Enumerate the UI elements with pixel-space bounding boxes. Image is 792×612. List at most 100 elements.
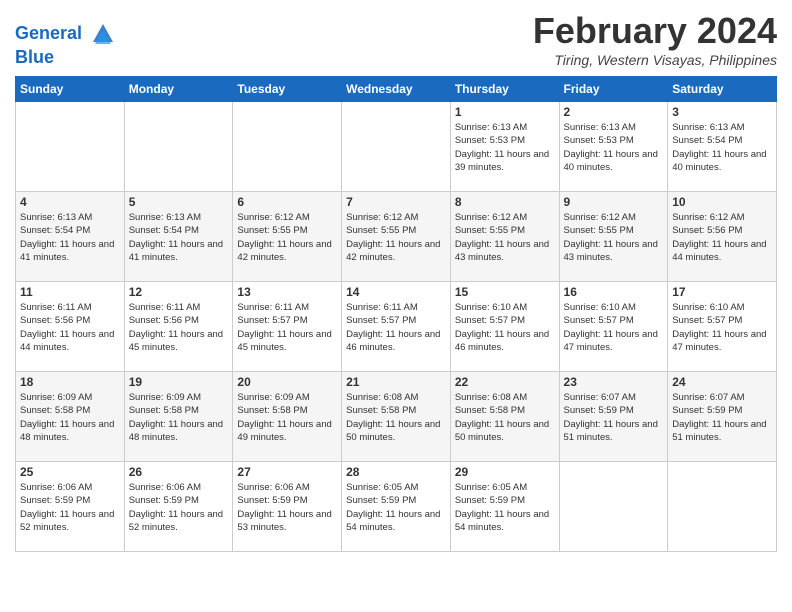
calendar-cell: 6Sunrise: 6:12 AMSunset: 5:55 PMDaylight…	[233, 192, 342, 282]
calendar-cell: 22 Sunrise: 6:08 AMSunset: 5:58 PMDayligh…	[450, 372, 559, 462]
week-row-2: 11Sunrise: 6:11 AMSunset: 5:56 PMDayligh…	[16, 282, 777, 372]
day-info: Sunrise: 6:11 AMSunset: 5:56 PMDaylight:…	[20, 301, 120, 354]
day-number: 22	[455, 375, 555, 389]
weekday-header-thursday: Thursday	[450, 77, 559, 102]
calendar-cell: 13 Sunrise: 6:11 AMSunset: 5:57 PMDayligh…	[233, 282, 342, 372]
day-info: Sunrise: 6:12 AMSunset: 5:56 PMDaylight:…	[672, 211, 772, 264]
calendar-cell: 12 Sunrise: 6:11 AMSunset: 5:56 PMDayligh…	[124, 282, 233, 372]
day-info: Sunrise: 6:08 AMSunset: 5:58 PMDaylight:…	[455, 391, 555, 444]
weekday-header-row: SundayMondayTuesdayWednesdayThursdayFrid…	[16, 77, 777, 102]
week-row-0: 1 Sunrise: 6:13 AMSunset: 5:53 PMDaylight…	[16, 102, 777, 192]
day-info: Sunrise: 6:05 AMSunset: 5:59 PMDaylight:…	[346, 481, 446, 534]
day-number: 29	[455, 465, 555, 479]
day-number: 13	[237, 285, 337, 299]
month-title: February 2024	[533, 10, 777, 52]
day-number: 16	[564, 285, 664, 299]
day-number: 18	[20, 375, 120, 389]
logo: General Blue	[15, 20, 117, 68]
calendar-cell	[668, 462, 777, 552]
day-info: Sunrise: 6:12 AMSunset: 5:55 PMDaylight:…	[564, 211, 664, 264]
week-row-3: 18 Sunrise: 6:09 AMSunset: 5:58 PMDayligh…	[16, 372, 777, 462]
day-info: Sunrise: 6:11 AMSunset: 5:56 PMDaylight:…	[129, 301, 229, 354]
day-number: 21	[346, 375, 446, 389]
calendar-cell: 25Sunrise: 6:06 AMSunset: 5:59 PMDayligh…	[16, 462, 125, 552]
day-number: 4	[20, 195, 120, 209]
day-info: Sunrise: 6:12 AMSunset: 5:55 PMDaylight:…	[237, 211, 337, 264]
day-info: Sunrise: 6:07 AMSunset: 5:59 PMDaylight:…	[564, 391, 664, 444]
day-number: 28	[346, 465, 446, 479]
calendar-cell: 16 Sunrise: 6:10 AMSunset: 5:57 PMDayligh…	[559, 282, 668, 372]
day-number: 20	[237, 375, 337, 389]
calendar-body: 1 Sunrise: 6:13 AMSunset: 5:53 PMDaylight…	[16, 102, 777, 552]
day-number: 23	[564, 375, 664, 389]
weekday-header-friday: Friday	[559, 77, 668, 102]
week-row-1: 4 Sunrise: 6:13 AMSunset: 5:54 PMDaylight…	[16, 192, 777, 282]
logo-line2: Blue	[15, 48, 117, 68]
calendar-header: SundayMondayTuesdayWednesdayThursdayFrid…	[16, 77, 777, 102]
week-row-4: 25Sunrise: 6:06 AMSunset: 5:59 PMDayligh…	[16, 462, 777, 552]
day-info: Sunrise: 6:09 AMSunset: 5:58 PMDaylight:…	[129, 391, 229, 444]
day-info: Sunrise: 6:06 AMSunset: 5:59 PMDaylight:…	[20, 481, 120, 534]
calendar-cell: 8 Sunrise: 6:12 AMSunset: 5:55 PMDaylight…	[450, 192, 559, 282]
calendar-cell: 9 Sunrise: 6:12 AMSunset: 5:55 PMDaylight…	[559, 192, 668, 282]
calendar-cell: 1 Sunrise: 6:13 AMSunset: 5:53 PMDaylight…	[450, 102, 559, 192]
calendar-cell: 4 Sunrise: 6:13 AMSunset: 5:54 PMDaylight…	[16, 192, 125, 282]
day-info: Sunrise: 6:12 AMSunset: 5:55 PMDaylight:…	[346, 211, 446, 264]
day-number: 14	[346, 285, 446, 299]
day-number: 15	[455, 285, 555, 299]
day-number: 9	[564, 195, 664, 209]
day-info: Sunrise: 6:05 AMSunset: 5:59 PMDaylight:…	[455, 481, 555, 534]
day-number: 1	[455, 105, 555, 119]
day-number: 10	[672, 195, 772, 209]
day-info: Sunrise: 6:13 AMSunset: 5:54 PMDaylight:…	[672, 121, 772, 174]
calendar-cell: 14 Sunrise: 6:11 AMSunset: 5:57 PMDayligh…	[342, 282, 451, 372]
calendar-cell: 7 Sunrise: 6:12 AMSunset: 5:55 PMDaylight…	[342, 192, 451, 282]
day-number: 26	[129, 465, 229, 479]
weekday-header-tuesday: Tuesday	[233, 77, 342, 102]
calendar-cell: 20 Sunrise: 6:09 AMSunset: 5:58 PMDayligh…	[233, 372, 342, 462]
weekday-header-sunday: Sunday	[16, 77, 125, 102]
calendar-cell: 29 Sunrise: 6:05 AMSunset: 5:59 PMDayligh…	[450, 462, 559, 552]
day-info: Sunrise: 6:11 AMSunset: 5:57 PMDaylight:…	[237, 301, 337, 354]
day-info: Sunrise: 6:13 AMSunset: 5:54 PMDaylight:…	[20, 211, 120, 264]
day-number: 2	[564, 105, 664, 119]
day-info: Sunrise: 6:09 AMSunset: 5:58 PMDaylight:…	[237, 391, 337, 444]
day-number: 5	[129, 195, 229, 209]
day-info: Sunrise: 6:06 AMSunset: 5:59 PMDaylight:…	[129, 481, 229, 534]
day-info: Sunrise: 6:07 AMSunset: 5:59 PMDaylight:…	[672, 391, 772, 444]
day-number: 19	[129, 375, 229, 389]
calendar-cell: 10 Sunrise: 6:12 AMSunset: 5:56 PMDayligh…	[668, 192, 777, 282]
day-number: 7	[346, 195, 446, 209]
calendar-cell: 2Sunrise: 6:13 AMSunset: 5:53 PMDaylight…	[559, 102, 668, 192]
calendar-cell: 23 Sunrise: 6:07 AMSunset: 5:59 PMDayligh…	[559, 372, 668, 462]
title-block: February 2024 Tiring, Western Visayas, P…	[533, 10, 777, 68]
weekday-header-monday: Monday	[124, 77, 233, 102]
location: Tiring, Western Visayas, Philippines	[533, 52, 777, 68]
day-number: 24	[672, 375, 772, 389]
weekday-header-wednesday: Wednesday	[342, 77, 451, 102]
calendar-cell: 3 Sunrise: 6:13 AMSunset: 5:54 PMDaylight…	[668, 102, 777, 192]
calendar-cell: 19 Sunrise: 6:09 AMSunset: 5:58 PMDayligh…	[124, 372, 233, 462]
day-number: 3	[672, 105, 772, 119]
calendar-cell: 5Sunrise: 6:13 AMSunset: 5:54 PMDaylight…	[124, 192, 233, 282]
calendar-table: SundayMondayTuesdayWednesdayThursdayFrid…	[15, 76, 777, 552]
calendar-cell: 28 Sunrise: 6:05 AMSunset: 5:59 PMDayligh…	[342, 462, 451, 552]
calendar-cell: 24 Sunrise: 6:07 AMSunset: 5:59 PMDayligh…	[668, 372, 777, 462]
logo-text: General	[15, 20, 117, 48]
day-info: Sunrise: 6:13 AMSunset: 5:53 PMDaylight:…	[455, 121, 555, 174]
calendar-cell	[16, 102, 125, 192]
calendar-cell	[233, 102, 342, 192]
day-number: 12	[129, 285, 229, 299]
day-info: Sunrise: 6:06 AMSunset: 5:59 PMDaylight:…	[237, 481, 337, 534]
day-info: Sunrise: 6:10 AMSunset: 5:57 PMDaylight:…	[564, 301, 664, 354]
calendar-cell	[559, 462, 668, 552]
weekday-header-saturday: Saturday	[668, 77, 777, 102]
day-info: Sunrise: 6:11 AMSunset: 5:57 PMDaylight:…	[346, 301, 446, 354]
calendar-cell: 27Sunrise: 6:06 AMSunset: 5:59 PMDayligh…	[233, 462, 342, 552]
day-info: Sunrise: 6:12 AMSunset: 5:55 PMDaylight:…	[455, 211, 555, 264]
logo-line1: General	[15, 23, 82, 43]
day-number: 8	[455, 195, 555, 209]
calendar-cell	[342, 102, 451, 192]
day-info: Sunrise: 6:10 AMSunset: 5:57 PMDaylight:…	[672, 301, 772, 354]
calendar-cell: 17Sunrise: 6:10 AMSunset: 5:57 PMDayligh…	[668, 282, 777, 372]
